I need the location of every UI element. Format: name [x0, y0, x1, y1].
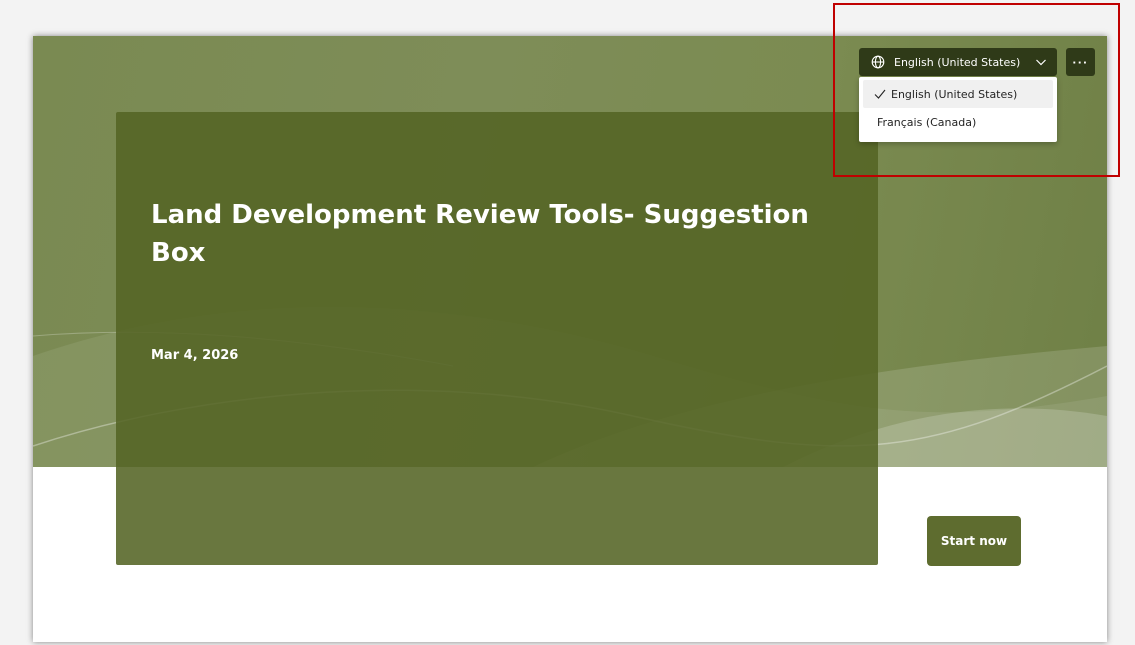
globe-icon	[871, 55, 885, 69]
language-selector-label: English (United States)	[894, 55, 1021, 69]
checkmark-icon	[873, 87, 887, 101]
language-option-french[interactable]: Français (Canada)	[863, 108, 1053, 136]
form-date: Mar 4, 2026	[151, 348, 239, 363]
more-options-icon: ···	[1072, 54, 1089, 70]
more-options-button[interactable]: ···	[1066, 48, 1095, 76]
chevron-down-icon	[1035, 56, 1047, 68]
title-panel: Land Development Review Tools- Suggestio…	[116, 112, 878, 565]
page-background: Land Development Review Tools- Suggestio…	[0, 0, 1135, 645]
form-card: Land Development Review Tools- Suggestio…	[33, 36, 1107, 642]
start-now-button[interactable]: Start now	[927, 516, 1021, 566]
language-option-label: English (United States)	[891, 87, 1018, 101]
form-title: Land Development Review Tools- Suggestio…	[151, 200, 809, 268]
language-selector[interactable]: English (United States)	[859, 48, 1057, 76]
language-dropdown-menu: English (United States) Français (Canada…	[859, 77, 1057, 142]
language-option-label: Français (Canada)	[877, 115, 977, 129]
language-option-english[interactable]: English (United States)	[863, 80, 1053, 108]
